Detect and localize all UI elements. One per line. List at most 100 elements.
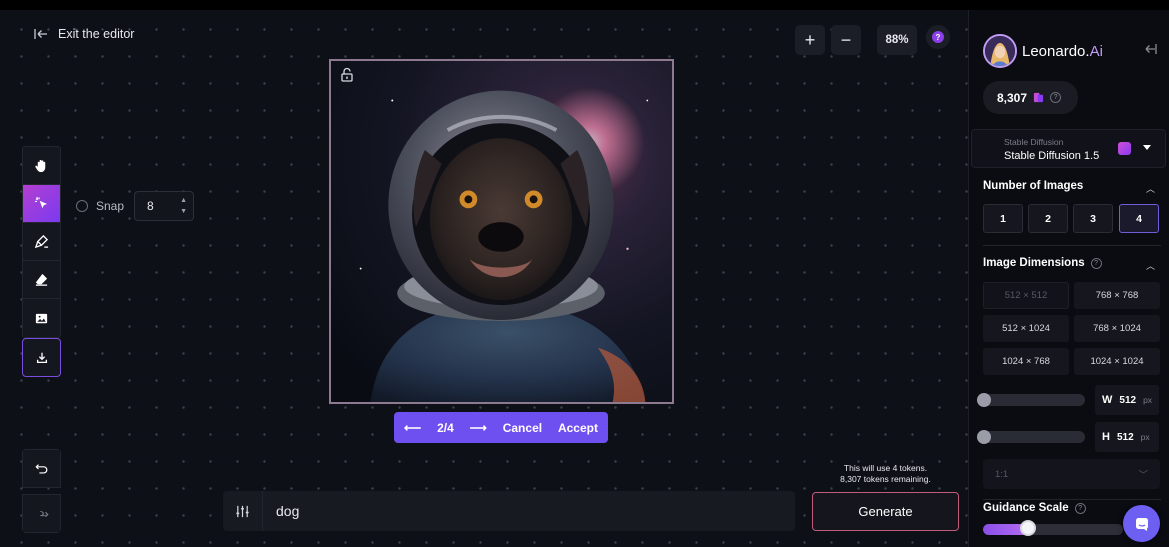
zoom-out-button[interactable]: −: [831, 25, 861, 55]
exit-editor-label: Exit the editor: [58, 27, 135, 41]
brand-avatar: [983, 34, 1017, 68]
dimension-768x768[interactable]: 768 × 768: [1074, 282, 1160, 309]
chevron-down-icon: ﹀: [1138, 470, 1148, 481]
stepper-up-icon[interactable]: ▲: [180, 195, 187, 206]
snap-value: 8: [147, 199, 154, 213]
snap-control: Snap 8 ▲ ▼: [76, 191, 195, 221]
number-of-images-title: Number of Images: [983, 180, 1084, 192]
editor-canvas[interactable]: Exit the editor + − 88% ? Snap 8 ▲ ▼ ⟵ 2…: [0, 10, 968, 547]
chat-icon: [1135, 517, 1148, 531]
accept-button[interactable]: Accept: [558, 421, 598, 435]
arrow-left-icon: [34, 29, 47, 39]
dimension-512x512[interactable]: 512 × 512: [983, 282, 1069, 309]
height-slider-knob[interactable]: [977, 430, 991, 444]
cancel-button[interactable]: Cancel: [503, 421, 542, 435]
info-icon[interactable]: ?: [1090, 257, 1102, 269]
generate-button[interactable]: Generate: [812, 492, 959, 531]
hand-tool[interactable]: [23, 147, 60, 185]
prompt-settings-button[interactable]: [223, 491, 263, 531]
image-dimensions-title: Image Dimensions?: [983, 257, 1102, 269]
tokens-remaining-line: 8,307 tokens remaining.: [840, 474, 931, 484]
image-tool[interactable]: [23, 299, 60, 337]
snap-stepper[interactable]: ▲ ▼: [180, 195, 187, 217]
arrow-right-icon[interactable]: ⟶: [470, 421, 487, 435]
chevron-up-icon[interactable]: ︿: [1146, 259, 1155, 272]
prompt-bar: [223, 491, 795, 531]
tool-strip: [22, 146, 61, 338]
download-button[interactable]: [22, 338, 61, 377]
token-count: 8,307: [997, 90, 1028, 105]
brand-name: Leonardo.Ai: [1022, 42, 1103, 60]
select-tool[interactable]: [23, 185, 60, 223]
zoom-level[interactable]: 88%: [877, 25, 917, 55]
candidate-position: 2/4: [437, 420, 454, 435]
height-unit: px: [1140, 432, 1150, 442]
sliders-icon: [236, 505, 249, 517]
arrow-left-icon[interactable]: ⟵: [404, 421, 421, 435]
zoom-in-button[interactable]: +: [795, 25, 825, 55]
dimension-512x1024[interactable]: 512 × 1024: [983, 315, 1069, 342]
info-icon[interactable]: ?: [1050, 92, 1062, 103]
snap-input[interactable]: 8 ▲ ▼: [134, 191, 195, 221]
model-badge-icon: [1118, 142, 1131, 155]
aspect-ratio-value: 1:1: [995, 468, 1009, 480]
astronaut-dog-image: [331, 61, 672, 402]
brush-tool[interactable]: [23, 223, 60, 261]
minus-icon: −: [840, 29, 852, 50]
settings-sidebar: Leonardo.Ai 8,307 ? Stable Diffusion Sta…: [968, 10, 1169, 547]
prompt-input[interactable]: [263, 503, 783, 519]
height-value: 512: [1116, 431, 1134, 443]
aspect-ratio-select[interactable]: 1:1 ﹀: [983, 459, 1160, 489]
token-balance[interactable]: 8,307 ?: [983, 81, 1078, 114]
brush-icon: [34, 234, 49, 249]
help-icon: ?: [932, 31, 944, 43]
num-images-2[interactable]: 2: [1028, 204, 1068, 233]
width-label: W: [1102, 394, 1113, 406]
guidance-slider[interactable]: [983, 524, 1123, 535]
width-slider[interactable]: [977, 393, 1085, 407]
guidance-scale-title: Guidance Scale?: [983, 502, 1086, 514]
collapse-sidebar-icon[interactable]: [1143, 43, 1157, 55]
divider: [983, 499, 1161, 500]
dimension-1024x768[interactable]: 1024 × 768: [983, 348, 1069, 375]
height-field[interactable]: H 512 px: [1095, 422, 1159, 452]
plus-icon: +: [804, 29, 816, 50]
model-name: Stable Diffusion 1.5: [1004, 150, 1100, 162]
redo-icon: [39, 510, 49, 517]
image-icon: [35, 313, 48, 323]
info-icon[interactable]: ?: [1074, 502, 1086, 514]
help-button[interactable]: ?: [926, 25, 950, 49]
generated-image[interactable]: [329, 59, 674, 404]
history-controls: [22, 449, 61, 533]
width-slider-knob[interactable]: [977, 393, 991, 407]
height-slider[interactable]: [977, 430, 1085, 444]
num-images-1[interactable]: 1: [983, 204, 1023, 233]
exit-editor-link[interactable]: Exit the editor: [34, 27, 134, 41]
guidance-slider-knob[interactable]: [1019, 520, 1036, 536]
unlock-icon[interactable]: [339, 67, 355, 83]
token-usage-note: This will use 4 tokens. 8,307 tokens rem…: [812, 463, 959, 485]
support-chat-button[interactable]: [1123, 505, 1160, 542]
width-field[interactable]: W 512 px: [1095, 385, 1159, 415]
snap-toggle[interactable]: [76, 200, 88, 212]
width-unit: px: [1143, 395, 1153, 405]
dimension-1024x1024[interactable]: 1024 × 1024: [1074, 348, 1160, 375]
chevron-up-icon[interactable]: ︿: [1146, 182, 1155, 195]
brand: Leonardo.Ai: [983, 34, 1103, 68]
undo-button[interactable]: [22, 449, 61, 488]
num-images-4[interactable]: 4: [1119, 204, 1159, 233]
candidate-bar: ⟵ 2/4 ⟶ Cancel Accept: [394, 412, 608, 443]
redo-button[interactable]: [22, 494, 61, 533]
num-images-3[interactable]: 3: [1073, 204, 1113, 233]
height-label: H: [1102, 431, 1110, 443]
hand-icon: [35, 159, 46, 173]
stepper-down-icon[interactable]: ▼: [180, 206, 187, 217]
model-select[interactable]: Stable Diffusion Stable Diffusion 1.5: [971, 129, 1166, 168]
width-value: 512: [1119, 394, 1137, 406]
brand-logo-icon: [985, 36, 1015, 66]
eraser-tool[interactable]: [23, 261, 60, 299]
caret-down-icon: [1143, 145, 1151, 150]
snap-label: Snap: [96, 199, 125, 213]
dimension-768x1024[interactable]: 768 × 1024: [1074, 315, 1160, 342]
token-usage-line: This will use 4 tokens.: [843, 463, 928, 473]
